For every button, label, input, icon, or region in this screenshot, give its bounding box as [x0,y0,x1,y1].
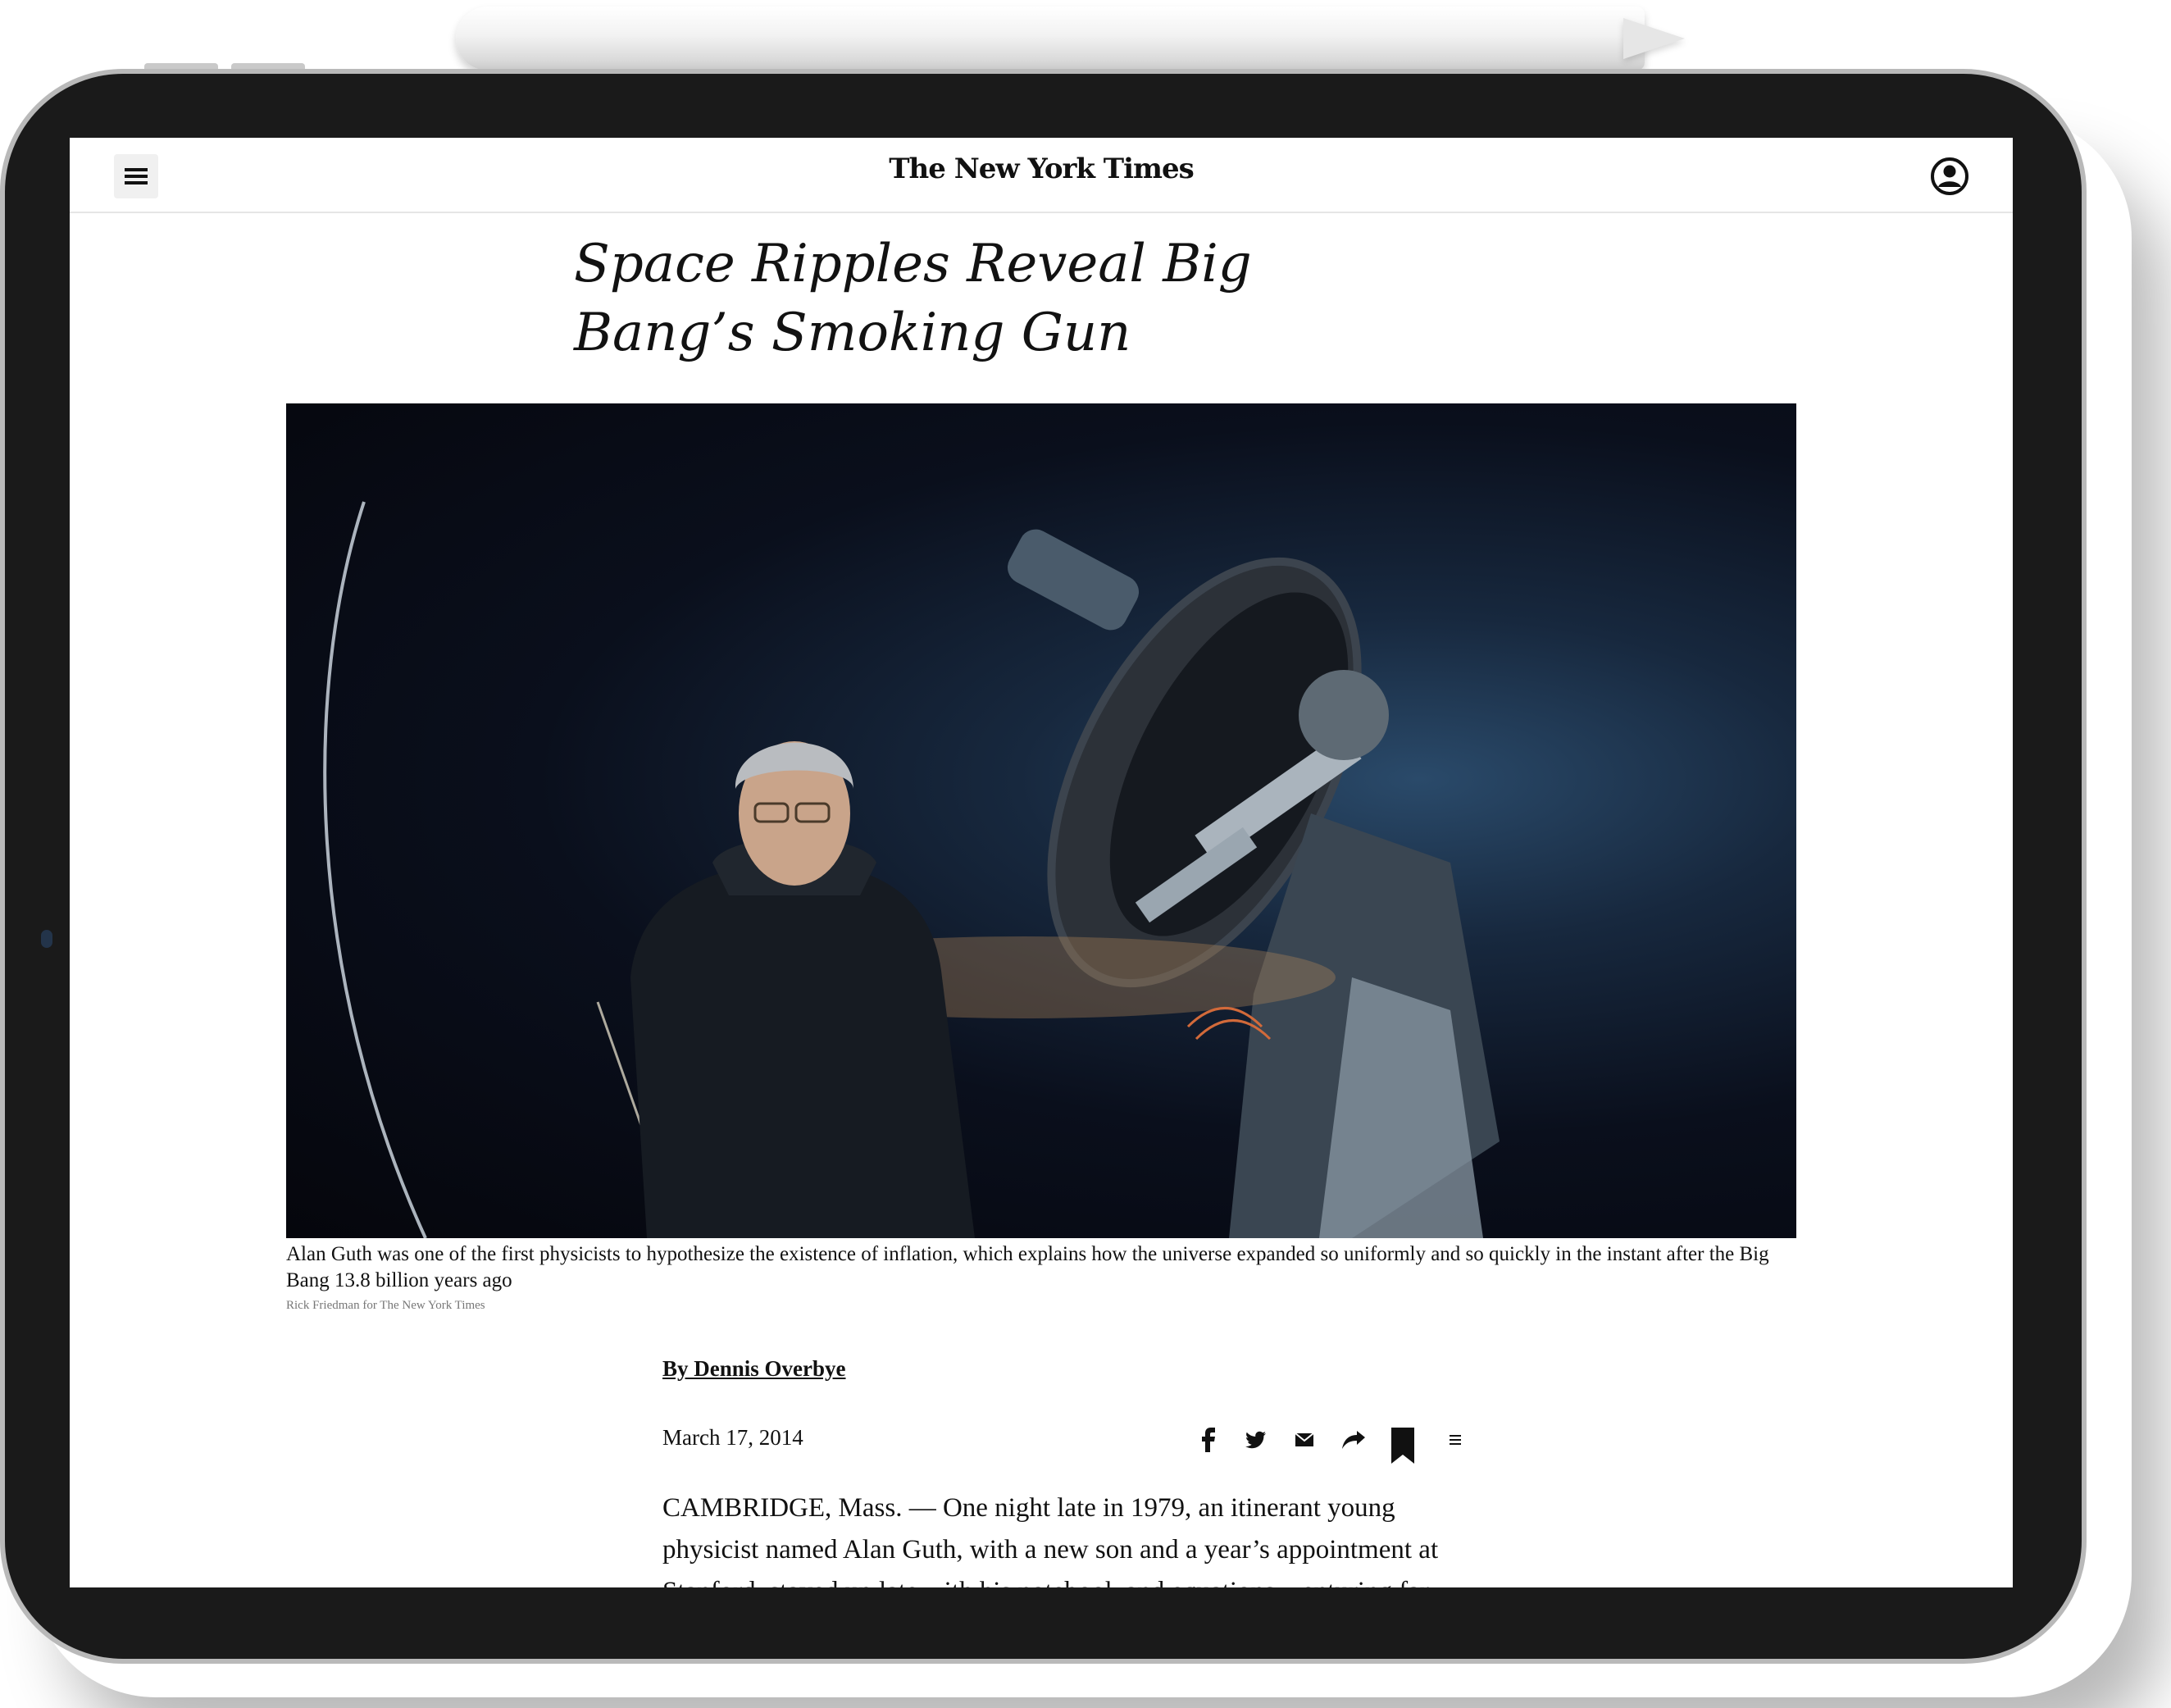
body-line: Stanford, stayed up late with his notebo… [662,1571,1548,1587]
email-icon[interactable] [1288,1423,1321,1456]
bookmark-icon[interactable] [1386,1425,1419,1466]
more-icon[interactable] [1439,1423,1472,1456]
twitter-icon[interactable] [1239,1423,1272,1456]
stylus-tip [1623,18,1685,59]
device-mockup: The New York Times Space Ripples Reveal … [0,0,2171,1708]
article-photo[interactable] [286,403,1796,1238]
article-date: March 17, 2014 [662,1425,803,1450]
front-camera [41,930,52,948]
body-line: physicist named Alan Guth, with a new so… [662,1535,1439,1565]
tablet-screen: The New York Times Space Ripples Reveal … [70,138,2013,1587]
stylus-pencil [456,7,1645,71]
article-body: CAMBRIDGE, Mass. — One night late in 197… [662,1487,1548,1587]
image-credit: Rick Friedman for The New York Times [286,1299,485,1312]
body-line: CAMBRIDGE, Mass. — One night late in 197… [662,1493,1395,1523]
facebook-icon[interactable] [1193,1423,1226,1456]
site-header: The New York Times [70,138,2013,213]
user-account-icon[interactable] [1929,156,1970,197]
site-logo[interactable]: The New York Times [70,153,2013,185]
share-arrow-icon[interactable] [1337,1423,1370,1456]
article-headline: Space Ripples Reveal Big Bang’s Smoking … [574,234,1252,363]
article-byline[interactable]: By Dennis Overbye [662,1356,846,1382]
image-caption: Alan Guth was one of the first physicist… [286,1243,1769,1291]
